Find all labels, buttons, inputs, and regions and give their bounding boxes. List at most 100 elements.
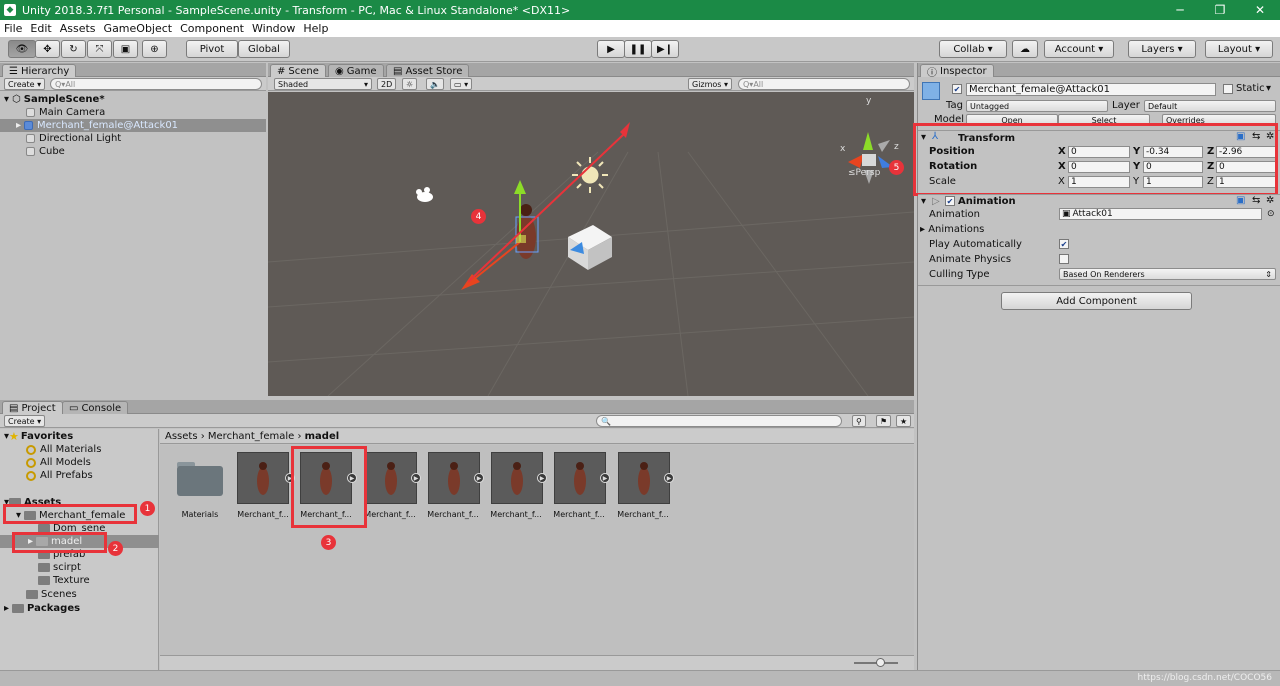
expand-play-icon[interactable]: ▶ [600, 473, 610, 483]
layers-dropdown[interactable]: Layers ▾ [1128, 40, 1196, 58]
hierarchy-item-cube[interactable]: Cube [26, 145, 65, 158]
asset-materials-folder[interactable] [175, 458, 225, 498]
menu-file[interactable]: File [0, 22, 26, 35]
tab-inspector[interactable]: ⓘ Inspector [920, 64, 994, 79]
tag-dropdown[interactable]: Untagged [966, 100, 1108, 112]
project-search-input[interactable]: 🔍 [596, 415, 842, 427]
2d-toggle[interactable]: 2D [377, 78, 397, 90]
favorite-all-materials[interactable]: All Materials [26, 443, 101, 456]
object-name-field[interactable]: Merchant_female@Attack01 [966, 83, 1216, 96]
object-picker-icon[interactable]: ⊙ [1267, 209, 1275, 219]
packages-row[interactable]: ▸ Packages [4, 602, 80, 615]
animation-foldout-arrow[interactable]: ▾ [921, 196, 926, 207]
global-toggle[interactable]: Global [238, 40, 290, 58]
asset-merchant-3[interactable] [365, 452, 417, 504]
animations-foldout[interactable]: ▸ Animations [920, 224, 984, 235]
asset-merchant-6[interactable] [554, 452, 606, 504]
static-dropdown-arrow[interactable]: ▾ [1266, 83, 1271, 94]
maximize-button[interactable]: ❐ [1200, 0, 1240, 20]
menu-assets[interactable]: Assets [56, 22, 100, 35]
scene-root-row[interactable]: ▾ ⬡ SampleScene* [4, 93, 105, 106]
lighting-toggle[interactable]: ☼ [402, 78, 418, 90]
menu-component[interactable]: Component [176, 22, 248, 35]
asset-merchant-5[interactable] [491, 452, 543, 504]
animation-enabled-checkbox[interactable]: ✔ [945, 196, 955, 206]
play-button[interactable]: ▶ [597, 40, 625, 58]
audio-toggle[interactable]: 🔈 [426, 78, 444, 90]
help-icon[interactable]: ▣ [1236, 195, 1245, 206]
project-create-button[interactable]: Create ▾ [4, 415, 46, 427]
asset-merchant-7[interactable] [618, 452, 670, 504]
menu-window[interactable]: Window [248, 22, 299, 35]
account-dropdown[interactable]: Account ▾ [1044, 40, 1114, 58]
move-tool-button[interactable]: ✥ [35, 40, 60, 58]
hierarchy-create-button[interactable]: Create ▾ [4, 78, 46, 90]
scene-viewport[interactable]: y x z ≤Persp 4 5 [268, 92, 914, 396]
pause-button[interactable]: ❚❚ [624, 40, 652, 58]
hierarchy-item-main-camera[interactable]: Main Camera [26, 106, 105, 119]
transform-tool-button[interactable]: ⊕ [142, 40, 167, 58]
tab-project[interactable]: ▤ Project [2, 401, 63, 414]
tree-item-scenes[interactable]: Scenes [26, 588, 77, 601]
tree-item-texture[interactable]: Texture [38, 574, 90, 587]
expand-play-icon[interactable]: ▶ [537, 473, 547, 483]
persp-label[interactable]: ≤Persp [848, 168, 880, 178]
shading-dropdown[interactable]: Shaded ▾ [274, 78, 372, 90]
expand-play-icon[interactable]: ▶ [664, 473, 674, 483]
minimize-button[interactable]: ─ [1160, 0, 1200, 20]
filter-label-button[interactable]: ⚑ [876, 415, 892, 427]
menu-edit[interactable]: Edit [26, 22, 55, 35]
window-title: Unity 2018.3.7f1 Personal - SampleScene.… [22, 3, 571, 17]
close-button[interactable]: ✕ [1240, 0, 1280, 20]
animation-clip-field[interactable]: ▣ Attack01 [1059, 208, 1262, 220]
animations-label: Animations [928, 224, 985, 235]
favorite-button[interactable]: ★ [896, 415, 912, 427]
static-checkbox[interactable] [1223, 84, 1233, 94]
pivot-toggle[interactable]: Pivot [186, 40, 238, 58]
tag-label: Tag [946, 100, 963, 111]
breadcrumb-assets[interactable]: Assets [165, 431, 198, 442]
favorite-all-models[interactable]: All Models [26, 456, 91, 469]
layer-dropdown[interactable]: Default [1144, 100, 1276, 112]
hierarchy-item-merchant[interactable]: ▸ Merchant_female@Attack01 [0, 119, 266, 132]
breadcrumb-merchant-female[interactable]: Merchant_female [208, 431, 294, 442]
tab-game[interactable]: ◉ Game [328, 64, 384, 77]
asset-merchant-4[interactable] [428, 452, 480, 504]
rect-tool-button[interactable]: ▣ [113, 40, 138, 58]
tree-item-scirpt[interactable]: scirpt [38, 561, 81, 574]
rotate-tool-button[interactable]: ↻ [61, 40, 86, 58]
favorite-all-prefabs[interactable]: All Prefabs [26, 469, 93, 482]
scene-search-input[interactable]: Q▾All [738, 78, 910, 90]
expand-play-icon[interactable]: ▶ [474, 473, 484, 483]
hierarchy-search-input[interactable]: Q▾All [50, 78, 262, 90]
tab-scene[interactable]: # Scene [270, 64, 326, 77]
menu-gameobject[interactable]: GameObject [100, 22, 177, 35]
collab-dropdown[interactable]: Collab ▾ [939, 40, 1007, 58]
hand-tool-button[interactable]: 👁 [8, 40, 36, 58]
gizmos-dropdown[interactable]: Gizmos ▾ [688, 78, 733, 90]
gear-icon[interactable]: ✲ [1266, 195, 1274, 206]
layout-dropdown[interactable]: Layout ▾ [1205, 40, 1273, 58]
animate-physics-checkbox[interactable] [1059, 254, 1069, 264]
filter-type-button[interactable]: ⚲ [852, 415, 866, 427]
effects-dropdown[interactable]: ▭ ▾ [450, 78, 473, 90]
project-toolbar: Create ▾ 🔍 ⚲ ⚑ ★ [0, 414, 914, 428]
zoom-slider-handle[interactable] [876, 658, 885, 667]
tab-hierarchy[interactable]: ☰ Hierarchy [2, 64, 77, 77]
scale-tool-button[interactable]: ⤧ [87, 40, 112, 58]
step-button[interactable]: ▶❙ [651, 40, 679, 58]
culling-type-dropdown[interactable]: Based On Renderers ⇕ [1059, 268, 1276, 280]
add-component-button[interactable]: Add Component [1001, 292, 1192, 310]
hierarchy-item-directional-light[interactable]: Directional Light [26, 132, 121, 145]
tab-asset-store[interactable]: ▤ Asset Store [386, 64, 470, 77]
breadcrumb-madel[interactable]: madel [305, 431, 340, 442]
preset-icon[interactable]: ⇆ [1252, 195, 1260, 206]
active-checkbox[interactable]: ✔ [952, 84, 962, 94]
expand-play-icon[interactable]: ▶ [411, 473, 421, 483]
tab-console[interactable]: ▭ Console [62, 401, 129, 414]
play-automatically-checkbox[interactable]: ✔ [1059, 239, 1069, 249]
menu-help[interactable]: Help [299, 22, 332, 35]
cloud-button[interactable]: ☁ [1012, 40, 1038, 58]
asset-merchant-1[interactable] [237, 452, 289, 504]
favorites-row[interactable]: ▾ ★ Favorites [4, 430, 73, 443]
